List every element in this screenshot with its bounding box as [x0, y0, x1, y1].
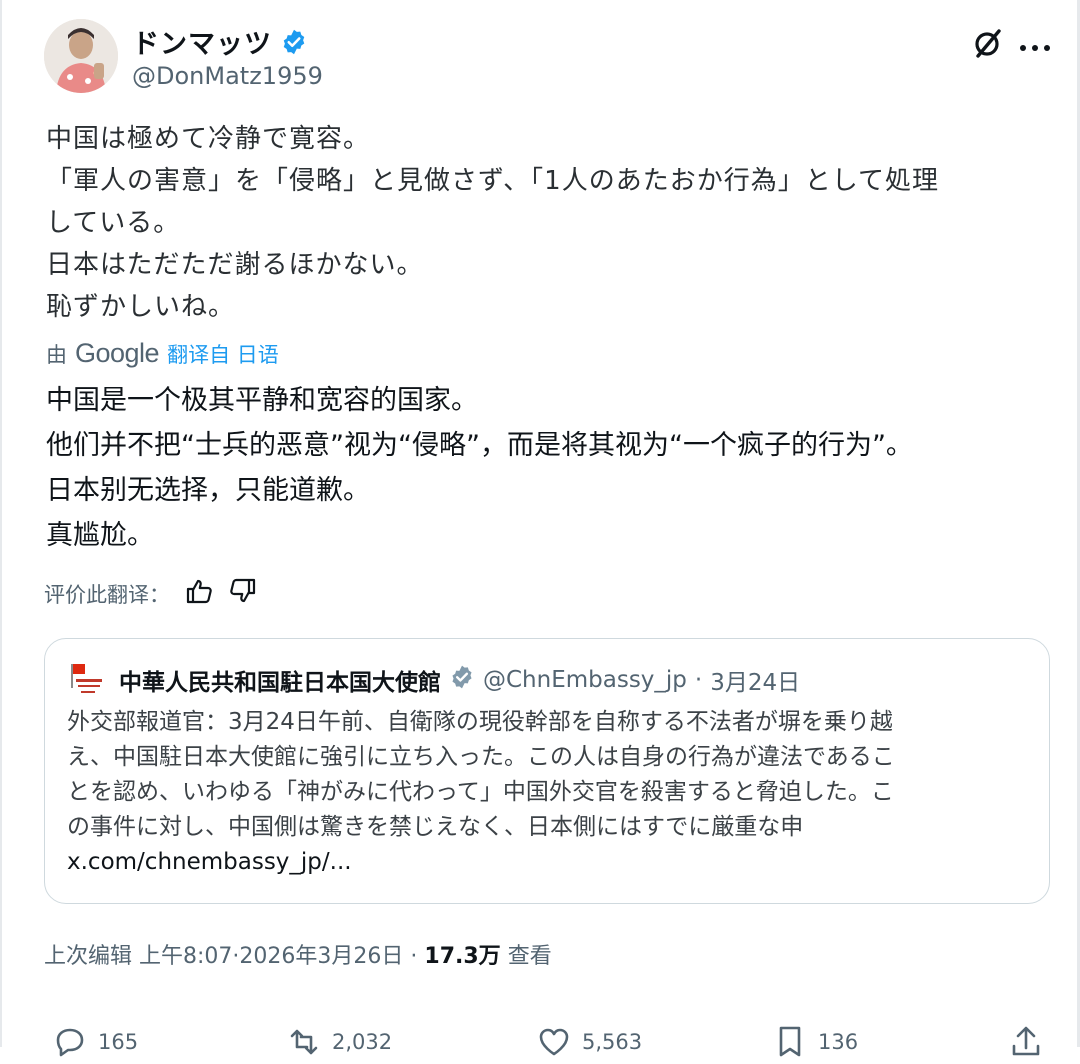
more-icon[interactable] [1018, 38, 1052, 51]
translation-prefix: 由 [46, 342, 67, 367]
share-button[interactable] [1008, 1024, 1044, 1060]
quoted-author-name[interactable]: 中華人民共和国駐日本国大使館 [119, 663, 441, 697]
quoted-separator: · [694, 667, 703, 693]
quoted-text-line: の事件に対し、中国側は驚きを禁じえなく、日本側にはすでに厳重な申 [67, 814, 804, 840]
embassy-avatar[interactable] [67, 661, 107, 701]
tweet-text-line: している。 [46, 208, 181, 238]
reply-count: 165 [98, 1030, 139, 1054]
author-handle[interactable]: @DonMatz1959 [132, 62, 323, 90]
thumbs-down-icon[interactable] [228, 576, 258, 611]
tweet-time[interactable]: 上午8:07 [139, 944, 232, 969]
author-avatar[interactable] [44, 19, 118, 93]
gray-verified-badge-icon [449, 664, 475, 696]
tweet-date[interactable]: 2026年3月26日 [239, 944, 403, 969]
heart-icon [539, 1028, 569, 1056]
rate-translation-label: 评价此翻译： [44, 582, 170, 607]
quoted-tweet-card[interactable]: 中華人民共和国駐日本国大使館 @ChnEmbassy_jp · 3月24日 外交… [44, 638, 1050, 904]
thumbs-up-icon[interactable] [184, 576, 214, 611]
tweet-text-line: 中国は極めて冷静で寛容。 [46, 124, 371, 154]
bookmark-button[interactable]: 136 [772, 1024, 858, 1060]
author-display-name-row[interactable]: ドンマッツ [132, 22, 308, 61]
verified-badge-icon[interactable] [280, 28, 308, 56]
translated-text-line: 真尴尬。 [46, 520, 154, 551]
quoted-author-handle[interactable]: @ChnEmbassy_jp [483, 667, 687, 693]
translation-source-link[interactable]: 翻译自 日语 [167, 339, 279, 369]
translated-text-line: 他们并不把“士兵的恶意”视为“侵略”，而是将其视为“一个疯子的行为”。 [46, 430, 913, 461]
repost-count: 2,032 [332, 1030, 393, 1054]
tweet-meta: 上次编辑 上午8:07·2026年3月26日 · 17.3万 查看 [44, 938, 552, 970]
quoted-date[interactable]: 3月24日 [710, 663, 800, 697]
share-icon [1012, 1026, 1040, 1056]
reply-button[interactable]: 165 [52, 1024, 138, 1060]
quoted-tweet-header: 中華人民共和国駐日本国大使館 @ChnEmbassy_jp · 3月24日 [119, 663, 800, 697]
quoted-text-line: え、中国駐日本大使館に強引に立ち入った。この人は自身の行為が違法であるこ [67, 744, 895, 770]
tweet-text-line: 恥ずかしいね。 [46, 292, 236, 322]
tweet-detail: ドンマッツ @DonMatz1959 中国は極めて冷静で寛容。 「軍人の害意」を… [0, 0, 1080, 1057]
translation-attribution: 由 Google 翻译自 日语 [46, 338, 279, 369]
meta-separator: · [410, 944, 418, 969]
bookmark-count: 136 [818, 1030, 859, 1054]
edited-label[interactable]: 上次编辑 [44, 944, 132, 969]
translated-text-line: 日本别无选择，只能道歉。 [46, 475, 370, 506]
bookmark-icon [779, 1026, 801, 1057]
quoted-text-line: 外交部報道官：3月24日午前、自衛隊の現役幹部を自称する不法者が塀を乗り越 [67, 709, 893, 735]
quoted-text-line: とを認め、いわゆる「神がみに代わって」中国外交官を殺害すると脅迫した。こ [67, 779, 894, 805]
tweet-text-line: 「軍人の害意」を「侵略」と見做さず、「1人のあたおか行為」として処理 [46, 166, 939, 196]
like-button[interactable]: 5,563 [536, 1024, 642, 1060]
translated-text-line: 中国是一个极其平静和宽容的国家。 [46, 385, 478, 416]
grok-icon[interactable] [970, 26, 1004, 60]
views-count: 17.3万 [424, 944, 501, 969]
left-border [0, 0, 2, 1047]
author-display-name[interactable]: ドンマッツ [132, 22, 272, 61]
google-logo: Google [75, 338, 160, 368]
repost-button[interactable]: 2,032 [286, 1024, 392, 1060]
rate-translation-row: 评价此翻译： [44, 576, 258, 611]
translated-text: 中国是一个极其平静和宽容的国家。 他们并不把“士兵的恶意”视为“侵略”，而是将其… [46, 378, 1056, 558]
tweet-text-line: 日本はただただ謝るほかない。 [46, 250, 424, 280]
action-bar: 165 2,032 5,563 136 [44, 1024, 1044, 1064]
tweet-text: 中国は極めて冷静で寛容。 「軍人の害意」を「侵略」と見做さず、「1人のあたおか行… [46, 118, 1046, 328]
quoted-tweet-link[interactable]: x.com/chnembassy_jp/... [67, 845, 1033, 880]
views-label: 查看 [507, 944, 552, 969]
reply-icon [56, 1028, 84, 1057]
like-count: 5,563 [582, 1030, 643, 1054]
quoted-tweet-text: 外交部報道官：3月24日午前、自衛隊の現役幹部を自称する不法者が塀を乗り越 え、… [67, 705, 1033, 880]
repost-icon [290, 1029, 318, 1055]
